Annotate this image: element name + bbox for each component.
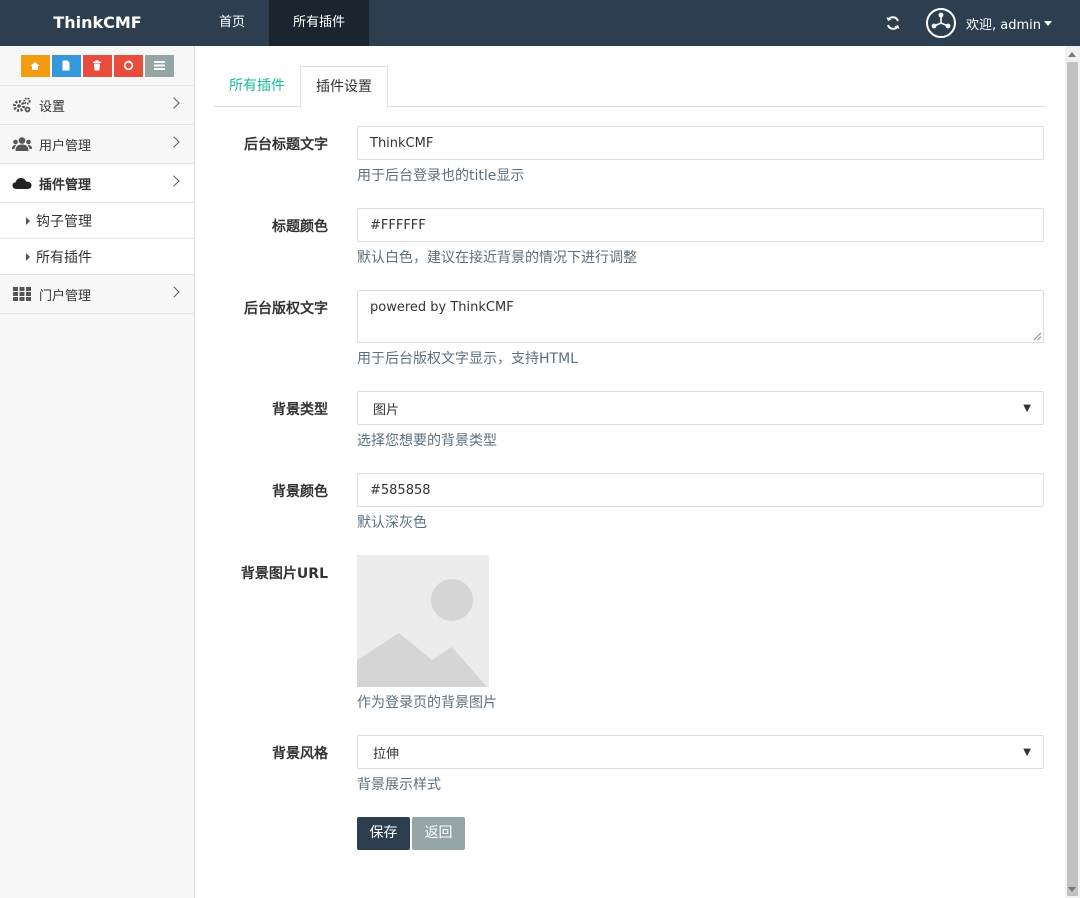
copyright-text: powered by ThinkCMF: [370, 300, 514, 315]
sidebar-item-users[interactable]: 用户管理: [0, 125, 194, 164]
field-label: 背景风格: [272, 746, 328, 762]
grid-icon: [12, 286, 32, 302]
refresh-icon[interactable]: [884, 14, 902, 32]
title-color-input[interactable]: #FFFFFF: [357, 208, 1044, 242]
brand-logo[interactable]: ThinkCMF: [0, 0, 195, 46]
caret-right-icon: [26, 252, 30, 261]
chevron-right-icon: [168, 97, 180, 109]
copyright-textarea[interactable]: powered by ThinkCMF: [357, 290, 1044, 343]
field-label: 标题颜色: [272, 219, 328, 235]
bg-style-select[interactable]: 拉伸 ▼: [357, 735, 1044, 769]
admin-title-input[interactable]: ThinkCMF: [357, 126, 1044, 160]
bg-color-input[interactable]: #585858: [357, 473, 1044, 507]
file-icon[interactable]: [51, 54, 81, 77]
back-button[interactable]: 返回: [412, 817, 465, 850]
selected-value: 拉伸: [373, 746, 400, 762]
sidebar-item-settings[interactable]: 设置: [0, 86, 194, 125]
resize-handle-icon[interactable]: [1033, 332, 1041, 340]
trash-icon[interactable]: [82, 54, 112, 77]
chevron-down-icon: ▼: [1023, 746, 1031, 758]
caret-down-icon: [1044, 20, 1052, 26]
chevron-right-icon: [168, 286, 180, 298]
home-icon[interactable]: [20, 54, 50, 77]
help-text: 默认深灰色: [357, 515, 427, 531]
sidebar-subitem-hooks[interactable]: 钩子管理: [0, 203, 194, 239]
field-label: 背景类型: [272, 402, 328, 418]
vertical-scrollbar[interactable]: [1065, 46, 1080, 898]
main-content: 所有插件 插件设置 后台标题文字 ThinkCMF 用于后台登录也的title显…: [195, 46, 1065, 898]
sidebar-subitem-all-plugins[interactable]: 所有插件: [0, 239, 194, 275]
user-menu[interactable]: 欢迎, admin: [966, 14, 1052, 33]
field-label: 后台版权文字: [244, 301, 328, 317]
top-nav: 首页 所有插件: [195, 0, 370, 46]
scroll-down-icon[interactable]: [1068, 887, 1076, 892]
avatar[interactable]: [926, 8, 956, 38]
help-text: 用于后台登录也的title显示: [357, 168, 525, 184]
bg-type-select[interactable]: 图片 ▼: [357, 391, 1044, 425]
chevron-right-icon: [168, 175, 180, 187]
tab-plugin-settings[interactable]: 插件设置: [300, 66, 388, 108]
cloud-icon: [12, 175, 32, 191]
help-text: 作为登录页的背景图片: [357, 695, 497, 711]
sidebar: 设置 用户管理 插件管理 钩子管理 所有插件 门户管理: [0, 46, 195, 898]
tab-bar: 所有插件 插件设置: [214, 66, 1045, 108]
chevron-right-icon: [168, 136, 180, 148]
sidebar-item-portal[interactable]: 门户管理: [0, 275, 194, 314]
list-icon[interactable]: [144, 54, 174, 77]
nav-all-plugins[interactable]: 所有插件: [269, 0, 370, 46]
sidebar-item-label: 用户管理: [39, 138, 92, 154]
sidebar-item-label: 门户管理: [39, 288, 92, 304]
sidebar-item-label: 插件管理: [39, 177, 92, 193]
scroll-up-icon[interactable]: [1068, 52, 1076, 57]
cogs-icon: [12, 97, 32, 113]
recycle-icon[interactable]: [113, 54, 143, 77]
image-placeholder-icon: [357, 579, 487, 687]
users-icon: [12, 136, 32, 152]
help-text: 选择您想要的背景类型: [357, 433, 497, 449]
help-text: 背景展示样式: [357, 777, 441, 793]
top-navbar: ThinkCMF 首页 所有插件 欢迎, admin: [0, 0, 1080, 46]
caret-right-icon: [26, 216, 30, 225]
scroll-thumb[interactable]: [1067, 62, 1078, 896]
shortcut-bar: [0, 46, 194, 86]
tab-all-plugins[interactable]: 所有插件: [214, 66, 300, 107]
selected-value: 图片: [373, 402, 400, 418]
top-right-tools: 欢迎, admin: [884, 0, 1080, 46]
field-label: 后台标题文字: [244, 137, 328, 153]
nav-home[interactable]: 首页: [195, 0, 269, 46]
welcome-text: 欢迎, admin: [966, 17, 1041, 33]
sidebar-item-plugins[interactable]: 插件管理: [0, 164, 194, 203]
sidebar-subitem-label: 钩子管理: [36, 213, 92, 230]
help-text: 用于后台版权文字显示，支持HTML: [357, 351, 578, 367]
sidebar-subitem-label: 所有插件: [36, 249, 92, 266]
field-label: 背景颜色: [272, 484, 328, 500]
bg-image-picker[interactable]: [357, 555, 489, 687]
sidebar-item-label: 设置: [39, 99, 66, 115]
save-button[interactable]: 保存: [357, 817, 410, 850]
chevron-down-icon: ▼: [1023, 402, 1031, 414]
help-text: 默认白色，建议在接近背景的情况下进行调整: [357, 250, 637, 266]
field-label: 背景图片URL: [240, 566, 328, 582]
